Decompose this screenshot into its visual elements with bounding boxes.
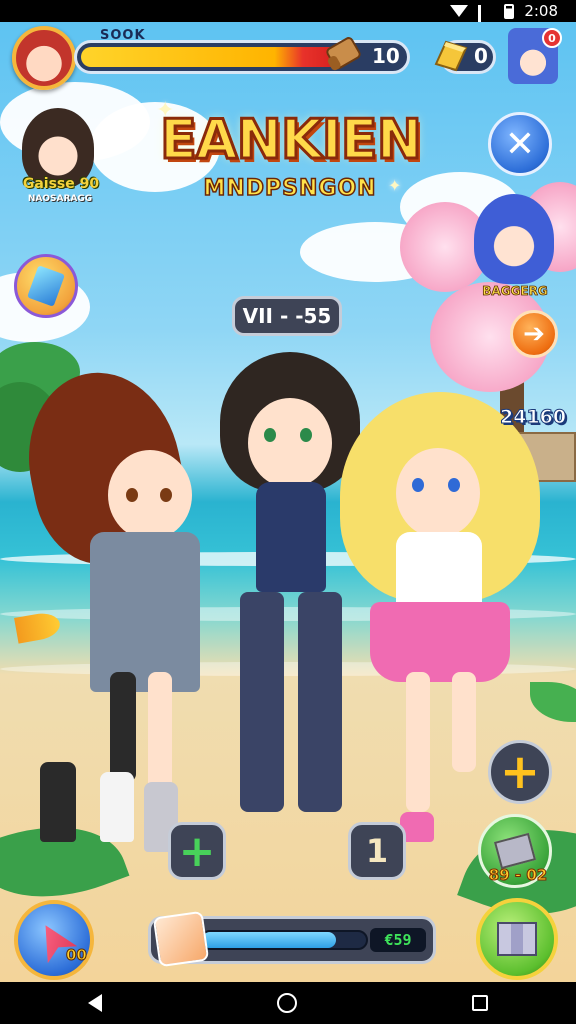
gold-value: 0 bbox=[474, 44, 488, 68]
book-label: 89 - 02 bbox=[488, 866, 548, 885]
game-logo-subtitle: MNDPSNGON bbox=[203, 175, 377, 202]
back-icon[interactable] bbox=[87, 994, 102, 1012]
character-leg bbox=[452, 672, 476, 772]
wifi-icon bbox=[450, 5, 469, 17]
character-leg bbox=[148, 672, 172, 792]
x-icon: ✕ bbox=[504, 123, 536, 165]
character-leg bbox=[406, 672, 430, 812]
rocket-button[interactable] bbox=[14, 900, 94, 980]
home-icon[interactable] bbox=[276, 993, 297, 1013]
energy-bar-fill bbox=[202, 932, 336, 948]
energy-item-icon[interactable] bbox=[152, 910, 210, 968]
npc-right-portrait[interactable] bbox=[474, 194, 554, 284]
count-button[interactable]: 1 bbox=[348, 822, 406, 880]
player-avatar[interactable] bbox=[12, 26, 76, 90]
hp-value: 10 bbox=[372, 44, 400, 68]
scroll-icon[interactable] bbox=[324, 32, 364, 76]
map-icon bbox=[497, 922, 537, 956]
character-boot bbox=[100, 772, 134, 842]
hp-bar-fill bbox=[81, 47, 339, 67]
close-button[interactable]: ✕ bbox=[488, 112, 552, 176]
notification-badge: 0 bbox=[542, 28, 562, 48]
battery-icon bbox=[504, 3, 515, 19]
character-boot bbox=[40, 762, 76, 842]
character-left[interactable] bbox=[11, 358, 220, 852]
book-icon bbox=[493, 832, 537, 870]
npc-left-sublabel: NAOSARAGG bbox=[27, 194, 93, 204]
character-outfit bbox=[256, 482, 326, 592]
player-name: SOOK bbox=[100, 28, 146, 43]
character-leg bbox=[240, 592, 284, 812]
signal-icon bbox=[478, 4, 494, 39]
plus-icon: + bbox=[178, 825, 216, 877]
game-logo-title: EANKIEN bbox=[159, 107, 424, 173]
character-eye bbox=[412, 478, 424, 492]
next-arrow-button[interactable]: ➔ bbox=[510, 310, 558, 358]
character-face bbox=[108, 450, 192, 540]
character-face bbox=[248, 398, 332, 488]
score-value: 24160 bbox=[499, 406, 567, 429]
character-eye bbox=[448, 478, 460, 492]
energy-value: €59 bbox=[370, 928, 426, 952]
npc-right-label: BAGGERG bbox=[482, 284, 548, 299]
status-bar: 2:08 bbox=[0, 0, 576, 39]
character-eye bbox=[300, 428, 312, 442]
rocket-label: 00 bbox=[66, 946, 88, 965]
character-eye bbox=[126, 488, 138, 502]
system-nav-bar bbox=[0, 982, 576, 1024]
add-item-button[interactable]: + bbox=[488, 740, 552, 804]
status-time: 2:08 bbox=[524, 2, 558, 20]
crystal-button[interactable] bbox=[14, 254, 78, 318]
map-button[interactable] bbox=[476, 898, 558, 980]
character-leg bbox=[110, 672, 136, 782]
gold-bar-icon[interactable] bbox=[432, 34, 468, 76]
arrow-right-icon: ➔ bbox=[523, 319, 545, 349]
character-outfit bbox=[396, 532, 482, 612]
character-face bbox=[396, 448, 480, 538]
character-skirt bbox=[370, 602, 510, 682]
character-eye bbox=[264, 428, 276, 442]
character-eye bbox=[160, 488, 172, 502]
crystal-icon bbox=[27, 265, 65, 307]
character-leg bbox=[298, 592, 342, 812]
npc-left-label: Gaisse 90 bbox=[22, 176, 100, 192]
plus-icon: + bbox=[499, 744, 541, 800]
add-button[interactable]: + bbox=[168, 822, 226, 880]
character-outfit bbox=[90, 532, 200, 692]
stage-label[interactable]: VII - -55 bbox=[232, 296, 342, 336]
recent-apps-icon[interactable] bbox=[472, 995, 489, 1011]
